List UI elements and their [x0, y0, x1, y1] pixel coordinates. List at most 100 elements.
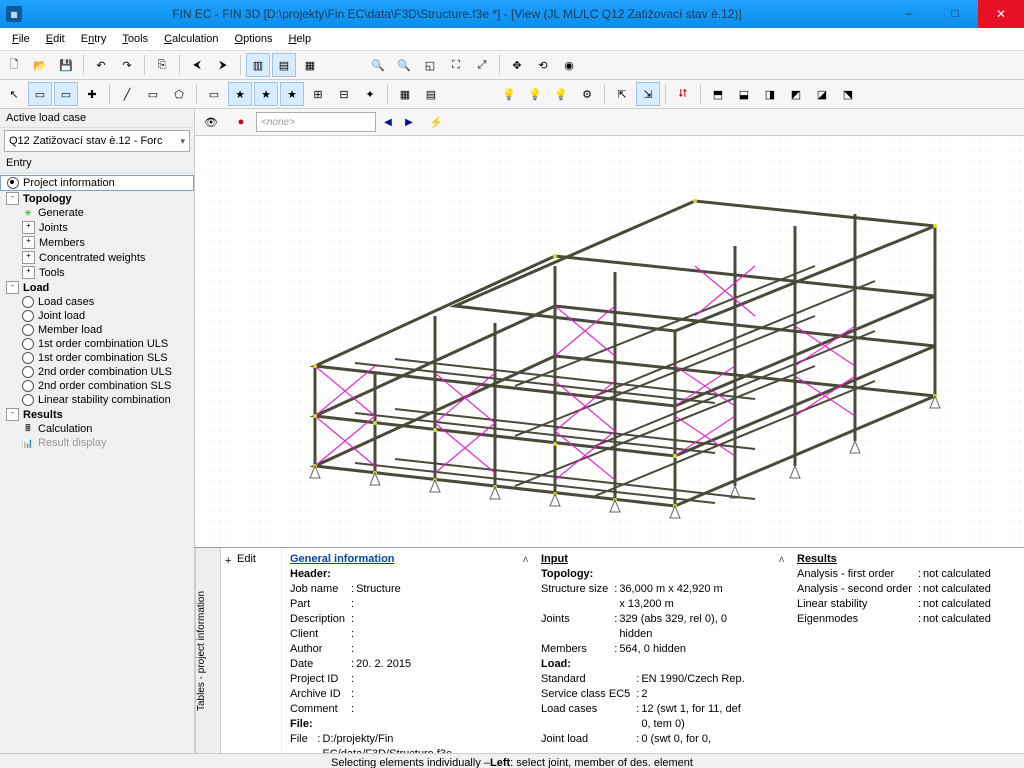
cursor-icon[interactable]: ↖: [2, 82, 26, 106]
bulb-add-icon[interactable]: 💡: [523, 82, 547, 106]
zoom-fit-icon[interactable]: ⛶: [444, 53, 468, 77]
grid-minus-icon[interactable]: ⊟: [332, 82, 356, 106]
rect-icon[interactable]: ▭: [141, 82, 165, 106]
tree-joint-load[interactable]: Joint load: [0, 309, 194, 323]
menu-entry[interactable]: Entry: [73, 31, 115, 47]
line-icon[interactable]: ╱: [115, 82, 139, 106]
tree-topology[interactable]: -Topology: [0, 191, 194, 206]
forward-icon[interactable]: ⮞: [211, 53, 235, 77]
scroll-up-icon[interactable]: ʌ: [779, 552, 784, 567]
view-toolbar: 👁 ● <none> ◀ ▶ ⚡: [195, 109, 1024, 136]
menu-calculation[interactable]: Calculation: [156, 31, 226, 47]
snap-icon[interactable]: ✚: [80, 82, 104, 106]
prev-icon[interactable]: ◀: [379, 113, 397, 131]
axis-2-icon[interactable]: ⇲: [636, 82, 660, 106]
view-side-icon[interactable]: ◨: [758, 82, 782, 106]
props-icon[interactable]: ▤: [419, 82, 443, 106]
panel-toggle-3-icon[interactable]: ▦: [298, 53, 322, 77]
filter-icon[interactable]: ⚡: [424, 110, 448, 134]
grid-plus-icon[interactable]: ⊞: [306, 82, 330, 106]
view-filter-combo[interactable]: <none>: [256, 112, 376, 132]
expand-icon[interactable]: +: [22, 221, 35, 234]
zoom-extent-icon[interactable]: ⤢: [470, 53, 494, 77]
minimize-button[interactable]: —: [886, 0, 932, 28]
expand-icon[interactable]: +: [22, 236, 35, 249]
menu-edit[interactable]: Edit: [38, 31, 73, 47]
menu-file[interactable]: File: [4, 31, 38, 47]
tree-results[interactable]: -Results: [0, 407, 194, 422]
rotate-icon[interactable]: ⟲: [531, 53, 555, 77]
viewport-3d[interactable]: [195, 136, 1024, 547]
heading-general-information[interactable]: General information: [290, 552, 525, 567]
view-iso1-icon[interactable]: ◩: [784, 82, 808, 106]
grid-star-icon[interactable]: ✦: [358, 82, 382, 106]
next-icon[interactable]: ▶: [400, 113, 418, 131]
star-3-icon[interactable]: ★: [280, 82, 304, 106]
pan-icon[interactable]: ✥: [505, 53, 529, 77]
tree-joints[interactable]: +Joints: [0, 220, 194, 235]
tree-project-information[interactable]: Project information: [0, 175, 194, 191]
maximize-button[interactable]: □: [932, 0, 978, 28]
menu-tools[interactable]: Tools: [114, 31, 156, 47]
panel-toggle-1-icon[interactable]: ▥: [246, 53, 270, 77]
copy-icon[interactable]: ⎘: [150, 53, 174, 77]
zoom-out-icon[interactable]: 🔍: [392, 53, 416, 77]
close-button[interactable]: ✕: [978, 0, 1024, 28]
expand-icon[interactable]: +: [22, 251, 35, 264]
eye-icon[interactable]: 👁: [199, 110, 223, 134]
view-front-icon[interactable]: ⬓: [732, 82, 756, 106]
poly-icon[interactable]: ⬠: [167, 82, 191, 106]
view-top-icon[interactable]: ⬒: [706, 82, 730, 106]
tree-comb-uls2[interactable]: 2nd order combination ULS: [0, 365, 194, 379]
expand-icon[interactable]: +: [22, 266, 35, 279]
back-icon[interactable]: ⮜: [185, 53, 209, 77]
undo-icon[interactable]: ↶: [89, 53, 113, 77]
redo-icon[interactable]: ↷: [115, 53, 139, 77]
layers-icon[interactable]: ▦: [393, 82, 417, 106]
tree-load[interactable]: -Load: [0, 280, 194, 295]
menu-help[interactable]: Help: [280, 31, 319, 47]
bottom-tab-label[interactable]: Tables - project information: [195, 548, 212, 753]
scroll-up-icon[interactable]: ʌ: [523, 552, 528, 567]
active-load-case-combo[interactable]: Q12 Zatižovací stav è.12 - Forc: [4, 130, 190, 152]
calc-icon: 🖩: [22, 423, 34, 435]
collapse-icon[interactable]: -: [6, 408, 19, 421]
star-2-icon[interactable]: ★: [254, 82, 278, 106]
tree-concentrated-weights[interactable]: +Concentrated weights: [0, 250, 194, 265]
tree-comb-uls1[interactable]: 1st order combination ULS: [0, 337, 194, 351]
tree-tools[interactable]: +Tools: [0, 265, 194, 280]
axis-1-icon[interactable]: ⇱: [610, 82, 634, 106]
tree-comb-sls2[interactable]: 2nd order combination SLS: [0, 379, 194, 393]
new-icon[interactable]: 🗋: [2, 53, 26, 77]
menu-options[interactable]: Options: [227, 31, 281, 47]
table-file: File:D:/projekty/Fin EC/data/F3D/Structu…: [290, 732, 456, 753]
collapse-icon[interactable]: -: [6, 281, 19, 294]
tree-lin-stab[interactable]: Linear stability combination: [0, 393, 194, 407]
open-icon[interactable]: 📂: [28, 53, 52, 77]
tree-comb-sls1[interactable]: 1st order combination SLS: [0, 351, 194, 365]
collapse-icon[interactable]: -: [6, 192, 19, 205]
bulb-yellow-icon[interactable]: 💡: [497, 82, 521, 106]
tree-generate[interactable]: ✳Generate: [0, 206, 194, 220]
zoom-window-icon[interactable]: ◱: [418, 53, 442, 77]
add-sel-icon[interactable]: ▭: [202, 82, 226, 106]
star-1-icon[interactable]: ★: [228, 82, 252, 106]
select-1-icon[interactable]: ▭: [28, 82, 52, 106]
save-icon[interactable]: 💾: [54, 53, 78, 77]
view-iso3-icon[interactable]: ⬔: [836, 82, 860, 106]
view-iso2-icon[interactable]: ◪: [810, 82, 834, 106]
edit-button[interactable]: +Edit: [223, 552, 279, 566]
orbit-icon[interactable]: ◉: [557, 53, 581, 77]
panel-toggle-2-icon[interactable]: ▤: [272, 53, 296, 77]
tree-result-display[interactable]: 📊Result display: [0, 436, 194, 450]
select-2-icon[interactable]: ▭: [54, 82, 78, 106]
record-icon[interactable]: ●: [229, 110, 253, 134]
ucs-icon[interactable]: ⮃: [671, 82, 695, 106]
tree-load-cases[interactable]: Load cases: [0, 295, 194, 309]
tree-member-load[interactable]: Member load: [0, 323, 194, 337]
tree-calculation[interactable]: 🖩Calculation: [0, 422, 194, 436]
zoom-in-icon[interactable]: 🔍: [366, 53, 390, 77]
bulb-off-icon[interactable]: 💡: [549, 82, 573, 106]
tree-members[interactable]: +Members: [0, 235, 194, 250]
bulb-cfg-icon[interactable]: ⚙: [575, 82, 599, 106]
